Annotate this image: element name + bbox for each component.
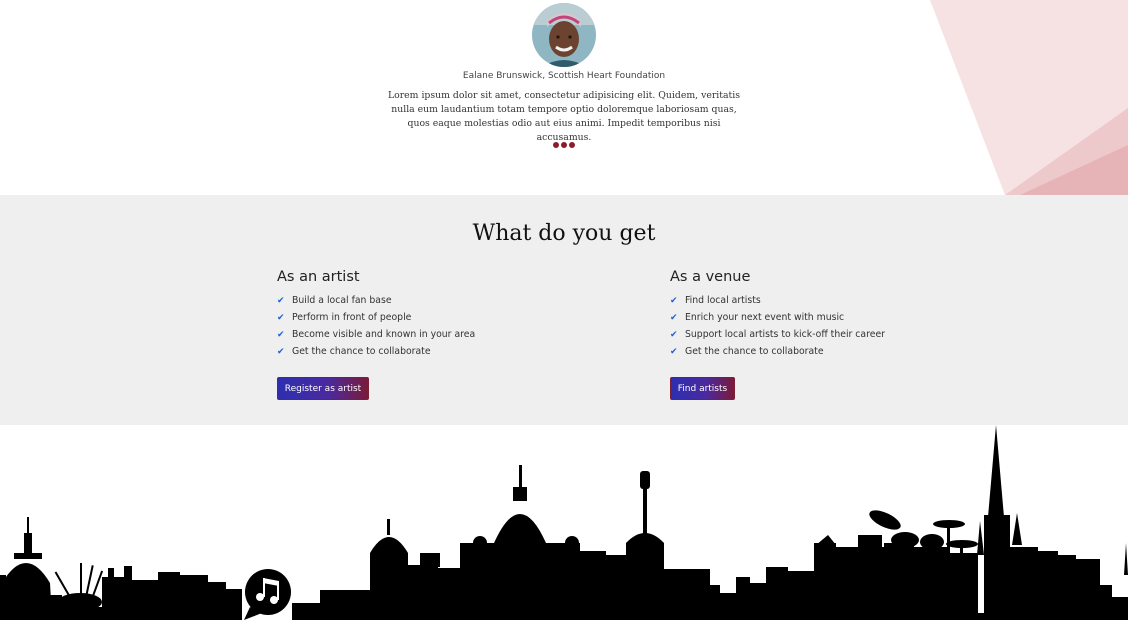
register-artist-button[interactable]: Register as artist <box>277 377 369 400</box>
list-item: ✔ Build a local fan base <box>277 292 577 309</box>
check-icon: ✔ <box>277 330 285 340</box>
carousel-dot-3[interactable] <box>569 142 575 148</box>
check-icon: ✔ <box>277 313 285 323</box>
check-icon: ✔ <box>670 347 678 357</box>
artist-heading: As an artist <box>277 269 360 285</box>
list-item: ✔ Get the chance to collaborate <box>670 343 970 360</box>
list-item: ✔ Support local artists to kick-off their… <box>670 326 970 343</box>
venue-heading: As a venue <box>670 269 751 285</box>
check-icon: ✔ <box>277 347 285 357</box>
testimonial-quote: Lorem ipsum dolor sit amet, consectetur … <box>387 90 741 143</box>
carousel-dot-2[interactable] <box>561 142 567 148</box>
list-item: ✔ Perform in front of people <box>277 309 577 326</box>
list-item: ✔ Find local artists <box>670 292 970 309</box>
check-icon: ✔ <box>670 330 678 340</box>
venue-benefit-list: ✔ Find local artists ✔ Enrich your next ev… <box>670 292 970 360</box>
testimonial-section: Ealane Brunswick, Scottish Heart Foundat… <box>0 0 1128 195</box>
artist-benefit-list: ✔ Build a local fan base ✔ Perform in fron… <box>277 292 577 360</box>
list-item: ✔ Enrich your next event with music <box>670 309 970 326</box>
check-icon: ✔ <box>277 296 285 306</box>
venue-column: As a venue ✔ Find local artists ✔ Enrich y… <box>670 268 970 360</box>
benefits-title: What do you get <box>472 221 656 246</box>
check-icon: ✔ <box>670 313 678 323</box>
find-artists-button[interactable]: Find artists <box>670 377 735 400</box>
testimonial-author: Ealane Brunswick, Scottish Heart Foundat… <box>462 71 666 81</box>
avatar <box>532 3 596 67</box>
city-skyline-illustration <box>0 425 1128 620</box>
carousel-indicators <box>550 141 578 149</box>
carousel-dot-1[interactable] <box>553 142 559 148</box>
check-icon: ✔ <box>670 296 678 306</box>
list-item: ✔ Get the chance to collaborate <box>277 343 577 360</box>
artist-column: As an artist ✔ Build a local fan base ✔ Pe… <box>277 268 577 360</box>
list-item: ✔ Become visible and known in your area <box>277 326 577 343</box>
